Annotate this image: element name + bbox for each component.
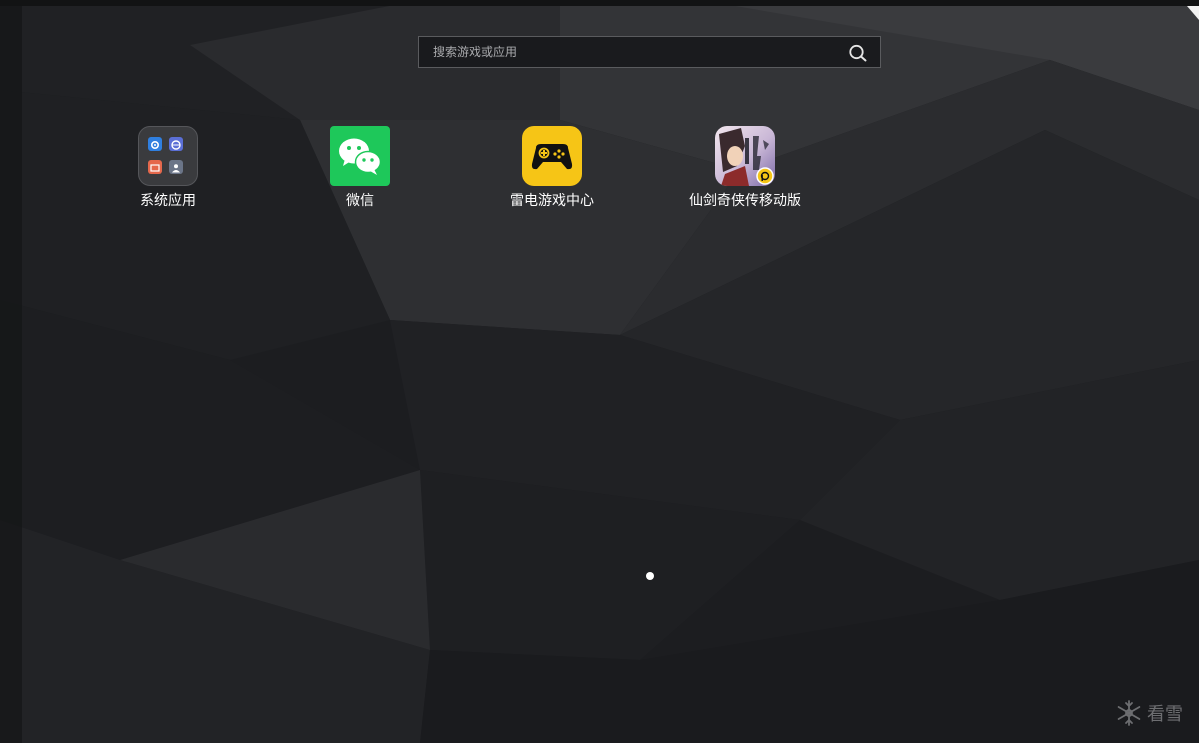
leidian-game-center-icon[interactable] [522,126,582,186]
search-input[interactable] [419,37,843,67]
browser-mini-icon [169,137,183,151]
app-system-apps[interactable]: 系统应用 [93,126,243,218]
corner-marker [1187,6,1199,20]
app-wechat[interactable]: 微信 [285,126,435,218]
watermark-text: 看雪 [1147,704,1183,725]
system-apps-folder-icon[interactable] [138,126,198,186]
app-xianjian[interactable]: 仙剑奇侠传移动版 [670,126,820,218]
wallpaper [0,0,1199,743]
search-bar[interactable] [418,36,881,68]
page-indicator-dot[interactable] [646,572,654,580]
settings-mini-icon [148,137,162,151]
app-leidian-game-center[interactable]: 雷电游戏中心 [477,126,627,218]
snowflake-icon [1117,700,1141,726]
window-top-strip [0,0,1199,6]
search-icon[interactable] [848,43,868,63]
contacts-mini-icon [169,160,183,174]
app-label: 仙剑奇侠传移动版 [689,193,801,209]
watermark: 看雪 [1115,699,1183,727]
wechat-icon[interactable] [330,126,390,186]
app-label: 系统应用 [140,193,196,209]
app-label: 雷电游戏中心 [510,193,594,209]
xianjian-game-icon[interactable] [715,126,775,186]
emulator-home-screen: 系统应用 微信 [0,0,1199,743]
app-label: 微信 [346,193,374,209]
gallery-mini-icon [148,160,162,174]
